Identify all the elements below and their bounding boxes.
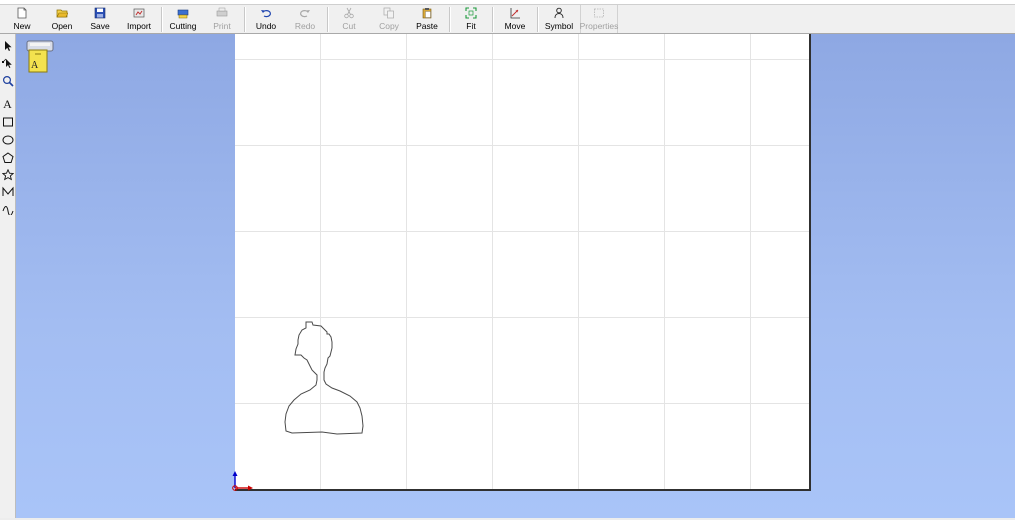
undo-arrow-icon (261, 10, 271, 18)
toolbar-separator (492, 7, 494, 32)
save-button[interactable]: Save (89, 5, 111, 33)
symbol-label: Symbol (544, 21, 574, 31)
rectangle-tool[interactable] (1, 114, 14, 129)
paste-button[interactable]: Paste (414, 5, 440, 33)
import-label: Import (126, 21, 152, 31)
cutting-label: Cutting (169, 21, 197, 31)
paste-label: Paste (416, 21, 438, 31)
cutter-plotter-icon (177, 9, 189, 19)
undo-label: Undo (255, 21, 277, 31)
new-file-icon (17, 7, 27, 19)
toolbar-separator (449, 7, 451, 32)
toolbar-separator (537, 7, 539, 32)
save-disk-icon (94, 7, 106, 19)
text-tool-glyph: A (3, 96, 12, 111)
clipboard-paste-icon (422, 8, 432, 19)
printer-icon (216, 7, 228, 17)
copy-button[interactable]: Copy (375, 5, 403, 33)
new-label: New (13, 21, 31, 31)
polygon-tool[interactable] (1, 150, 14, 165)
select-tool[interactable] (1, 38, 14, 53)
freehand-curve-icon (2, 205, 13, 215)
properties-icon (594, 8, 604, 18)
move-button[interactable]: Move (502, 5, 528, 33)
drawing-tools-panel: A (0, 34, 16, 520)
new-button[interactable]: New (10, 5, 34, 33)
open-label: Open (51, 21, 73, 31)
axis-arrows-icon (232, 471, 253, 491)
save-label: Save (90, 21, 110, 31)
cut-label: Cut (342, 21, 356, 31)
plotter-device-icon (26, 40, 54, 73)
polyline-tool[interactable] (1, 184, 14, 199)
copy-pages-icon (383, 7, 394, 19)
toolbar-separator (327, 7, 329, 32)
undo-button[interactable]: Undo (254, 5, 278, 33)
star-tool[interactable] (1, 167, 14, 182)
fit-label: Fit (466, 21, 476, 31)
text-tool[interactable]: A (1, 96, 14, 111)
toolbar-separator (244, 7, 246, 32)
cutting-button[interactable]: Cutting (168, 5, 198, 33)
curve-tool[interactable] (1, 201, 14, 216)
redo-arrow-icon (300, 10, 310, 18)
zoom-tool[interactable] (1, 73, 14, 88)
fit-button[interactable]: Fit (461, 5, 481, 33)
import-button[interactable]: Import (124, 5, 154, 33)
main-toolbar: New Open Save Import Cutting Print Undo … (0, 5, 1015, 34)
rectangle-icon (2, 117, 13, 126)
print-button[interactable]: Print (210, 5, 234, 33)
cut-button[interactable]: Cut (338, 5, 360, 33)
node-edit-arrow-icon (1, 58, 12, 68)
polyline-icon (2, 186, 13, 196)
import-icon (133, 8, 145, 18)
scissors-icon (344, 7, 354, 19)
symbol-button[interactable]: Symbol (545, 5, 573, 33)
copy-label: Copy (379, 21, 399, 31)
redo-button[interactable]: Redo (293, 5, 317, 33)
properties-button[interactable]: Properties (580, 5, 618, 33)
magnifier-icon (2, 75, 14, 87)
move-label: Move (504, 21, 526, 31)
open-button[interactable]: Open (49, 5, 75, 33)
silhouette-path (284, 321, 364, 435)
person-silhouette-outline[interactable] (282, 320, 366, 441)
pentagon-icon (1, 151, 14, 163)
origin-axis-marker (228, 470, 258, 499)
print-label: Print (213, 21, 231, 31)
move-axes-icon (510, 8, 520, 19)
ellipse-icon (2, 135, 13, 144)
properties-label: Properties (579, 21, 619, 31)
node-edit-tool[interactable] (1, 55, 14, 70)
cutter-device-icon[interactable]: A (24, 38, 56, 81)
symbol-person-icon (554, 7, 564, 19)
select-arrow-icon (4, 40, 12, 51)
open-folder-icon (56, 9, 68, 18)
star-icon (1, 168, 14, 180)
toolbar-separator (161, 7, 163, 32)
device-letter: A (31, 60, 39, 71)
redo-label: Redo (294, 21, 316, 31)
fit-to-page-icon (465, 7, 477, 19)
ellipse-tool[interactable] (1, 132, 14, 147)
